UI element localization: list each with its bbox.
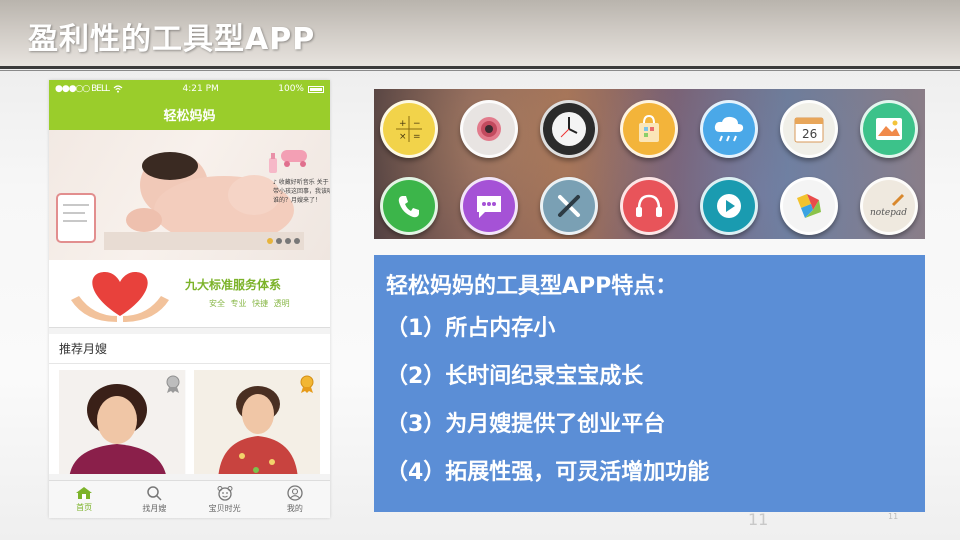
title-divider-thin (0, 70, 960, 71)
nanny-cards (49, 364, 330, 474)
page-number-small: 11 (888, 512, 899, 521)
app-nav-title: 轻松妈妈 (49, 98, 330, 130)
tab-label: 我的 (286, 504, 303, 513)
service-banner[interactable]: 九大标准服务体系 安全 专业 快捷 透明 (49, 260, 330, 328)
tab-find-nanny[interactable]: 找月嫂 (119, 481, 189, 518)
feature-item: （3）为月嫂提供了创业平台 (386, 412, 666, 437)
gold-medal-icon (300, 375, 314, 393)
nanny-card[interactable] (59, 370, 186, 474)
service-title: 九大标准服务体系 (185, 278, 282, 292)
store-icon (620, 100, 678, 158)
slide-title: 盈利性的工具型APP (28, 22, 316, 57)
nanny-card[interactable] (193, 370, 320, 474)
feature-item: （2）长时间纪录宝宝成长 (386, 364, 644, 389)
page-number: 11 (748, 510, 769, 529)
settings-icon (540, 177, 598, 235)
tab-label: 首页 (76, 503, 93, 512)
title-divider (0, 66, 960, 69)
user-icon (287, 485, 303, 501)
message-icon (460, 177, 518, 235)
recommend-header: 推荐月嫂 (49, 334, 330, 364)
status-time: 4:21 PM (182, 84, 219, 94)
diary-sticker-icon (56, 193, 96, 243)
tab-baby-time[interactable]: 宝贝时光 (190, 481, 260, 518)
wifi-icon (113, 85, 123, 93)
bottom-tab-bar: 首页 找月嫂 宝贝时光 我的 (49, 480, 330, 518)
weather-icon (700, 100, 758, 158)
calendar-date: 26 (802, 127, 817, 141)
status-battery-text: 100% (278, 84, 304, 94)
tab-home[interactable]: 首页 (49, 481, 119, 518)
service-tags: 安全 专业 快捷 透明 (209, 299, 290, 308)
notepad-icon: notepad (860, 177, 918, 235)
feature-item: （4）拓展性强，可灵活增加功能 (386, 460, 710, 485)
svg-text:+: + (399, 119, 407, 129)
app-icons-panel: + − × = 26 notepad (374, 89, 925, 239)
home-icon (76, 487, 93, 499)
tab-mine[interactable]: 我的 (260, 481, 330, 518)
calculator-icon: + − × = (380, 100, 438, 158)
calendar-icon: 26 (780, 100, 838, 158)
feature-title: 轻松妈妈的工具型APP特点： (386, 274, 678, 299)
battery-icon (307, 85, 324, 93)
music-icon (620, 177, 678, 235)
baby-icon (217, 486, 233, 501)
gallery-icon (860, 100, 918, 158)
feature-item: （1）所占内存小 (386, 316, 556, 341)
clock-icon (540, 100, 598, 158)
camera-icon (460, 100, 518, 158)
bottle-sticker-icon (281, 150, 307, 167)
tab-label: 宝贝时光 (208, 504, 241, 513)
bottle-icon (269, 153, 277, 173)
silver-medal-icon (166, 375, 179, 393)
video-icon (700, 177, 758, 235)
notepad-label: notepad (870, 208, 907, 218)
svg-text:−: − (413, 119, 421, 129)
banner-caption: ♪ 收藏好听音乐 关于带小孩这回事，我该听谁的？月嫂来了！ (273, 179, 330, 204)
phone-icon (380, 177, 438, 235)
search-icon (147, 486, 162, 501)
svg-text:=: = (413, 132, 421, 142)
tab-label: 找月嫂 (142, 504, 167, 513)
phone-screenshot: ●●●○○ BELL 4:21 PM 100% 轻松妈妈 ♪ 收藏好听音乐 关于… (49, 80, 330, 518)
banner-carousel[interactable]: ♪ 收藏好听音乐 关于带小孩这回事，我该听谁的？月嫂来了！ (49, 130, 330, 260)
status-bar: ●●●○○ BELL 4:21 PM 100% (49, 80, 330, 98)
app-store-icon (780, 177, 838, 235)
svg-text:×: × (399, 132, 407, 142)
carousel-indicator[interactable] (267, 238, 300, 244)
heart-hands-icon (71, 272, 169, 322)
status-carrier: ●●●○○ BELL (55, 84, 110, 94)
feature-box: 轻松妈妈的工具型APP特点： （1）所占内存小 （2）长时间纪录宝宝成长 （3）… (374, 255, 925, 512)
